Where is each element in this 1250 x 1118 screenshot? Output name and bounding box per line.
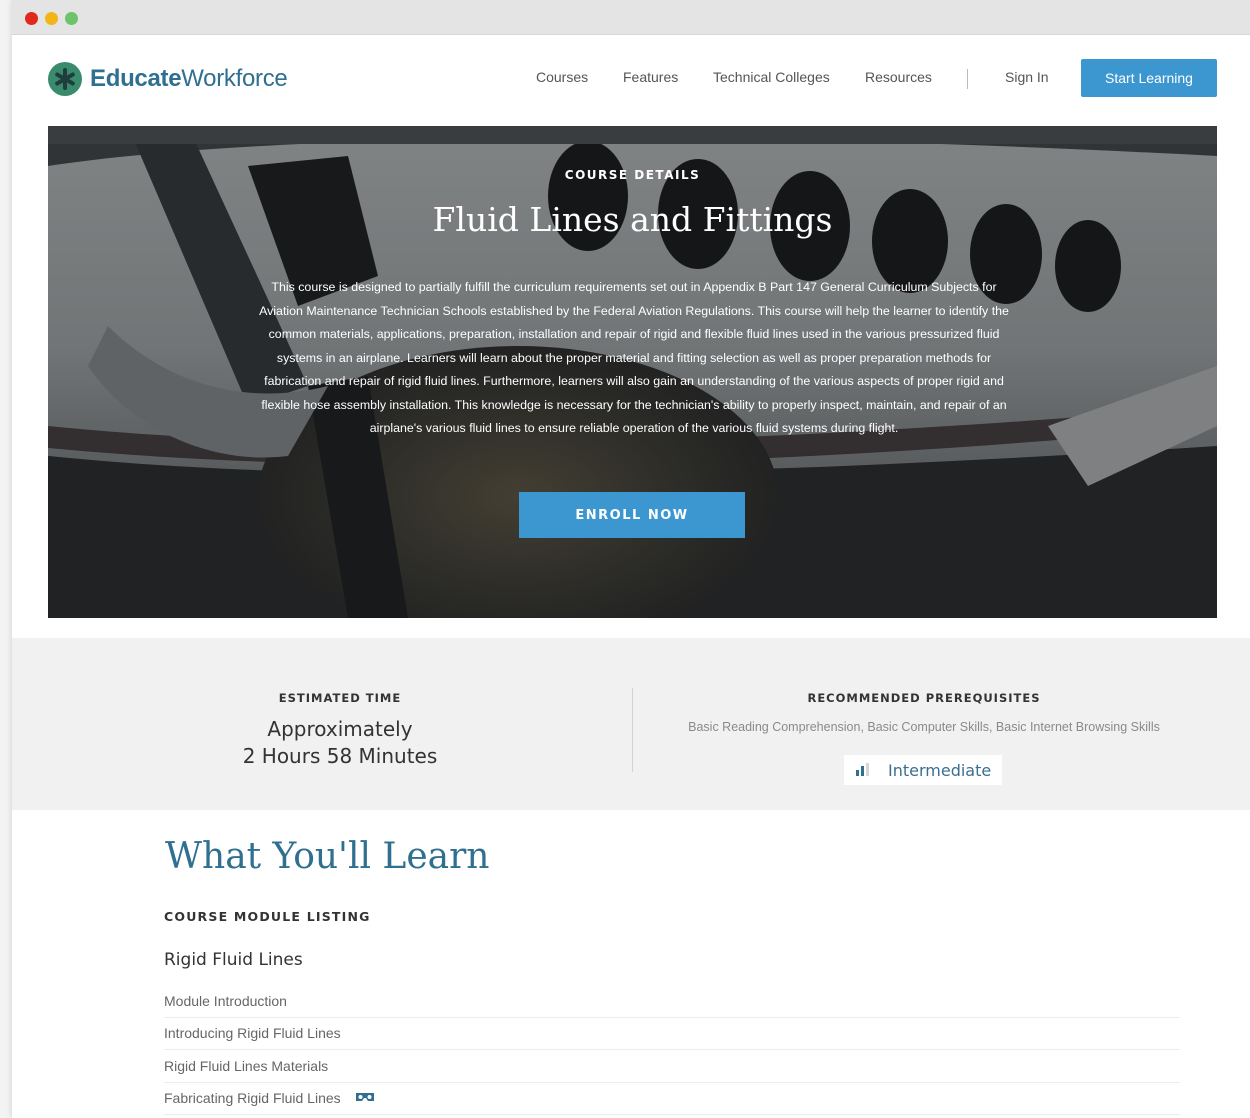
estimated-time-value: Approximately 2 Hours 58 Minutes — [190, 716, 490, 770]
brand-name-part2: Workforce — [181, 65, 288, 92]
what-youll-learn-heading: What You'll Learn — [165, 836, 490, 877]
module-item-label: Introducing Rigid Fluid Lines — [164, 1025, 341, 1042]
course-hero: COURSE DETAILS Fluid Lines and Fittings … — [48, 126, 1217, 618]
window-title-bar — [12, 0, 1250, 35]
nav-courses[interactable]: Courses — [536, 69, 588, 85]
course-description: This course is designed to partially ful… — [259, 280, 1009, 435]
module-item[interactable]: Introducing Rigid Fluid Lines — [164, 1018, 1180, 1050]
browser-window: EducateWorkforce Courses Features Techni… — [12, 0, 1250, 1118]
module-listing-label: COURSE MODULE LISTING — [164, 909, 371, 924]
module-item-label: Rigid Fluid Lines Materials — [164, 1057, 329, 1074]
start-learning-button[interactable]: Start Learning — [1081, 59, 1217, 97]
nav-divider — [967, 69, 968, 89]
brand-logo[interactable]: EducateWorkforce — [48, 61, 288, 97]
bar-chart-icon — [856, 763, 869, 776]
estimated-time-line2: 2 Hours 58 Minutes — [242, 744, 438, 768]
minimize-window-button[interactable] — [45, 12, 58, 25]
module-item-label: Fabricating Rigid Fluid Lines — [164, 1090, 341, 1107]
difficulty-badge: Intermediate — [844, 755, 1002, 785]
estimated-time-label: ESTIMATED TIME — [278, 691, 402, 705]
module-list: Module Introduction Introducing Rigid Fl… — [164, 985, 1180, 1115]
hero-eyebrow: COURSE DETAILS — [564, 168, 701, 182]
close-window-button[interactable] — [25, 12, 38, 25]
module-item[interactable]: Fabricating Rigid Fluid Lines — [164, 1083, 1180, 1115]
estimated-time-line1: Approximately — [267, 717, 413, 741]
difficulty-level: Intermediate — [888, 760, 992, 780]
brand-name: EducateWorkforce — [90, 65, 288, 93]
site-header: EducateWorkforce Courses Features Techni… — [12, 35, 1250, 125]
info-divider — [632, 688, 633, 772]
nav-features[interactable]: Features — [623, 69, 678, 85]
course-title: Fluid Lines and Fittings — [432, 200, 833, 239]
module-item[interactable]: Rigid Fluid Lines Materials — [164, 1050, 1180, 1083]
prerequisites-label: RECOMMENDED PREREQUISITES — [807, 691, 1041, 705]
course-info-band: ESTIMATED TIME Approximately 2 Hours 58 … — [12, 638, 1250, 810]
brand-name-part1: Educate — [90, 65, 182, 92]
nav-technical-colleges[interactable]: Technical Colleges — [713, 69, 830, 85]
nav-resources[interactable]: Resources — [865, 69, 932, 85]
module-item[interactable]: Module Introduction — [164, 985, 1180, 1018]
nav-sign-in[interactable]: Sign In — [1005, 69, 1049, 85]
enroll-now-button[interactable]: ENROLL NOW — [519, 492, 745, 538]
vr-headset-icon — [355, 1093, 374, 1102]
prerequisites-value: Basic Reading Comprehension, Basic Compu… — [688, 720, 1160, 734]
module-section-title: Rigid Fluid Lines — [164, 950, 303, 970]
logo-asterisk-icon — [48, 62, 82, 96]
maximize-window-button[interactable] — [65, 12, 78, 25]
module-item-label: Module Introduction — [164, 992, 287, 1009]
